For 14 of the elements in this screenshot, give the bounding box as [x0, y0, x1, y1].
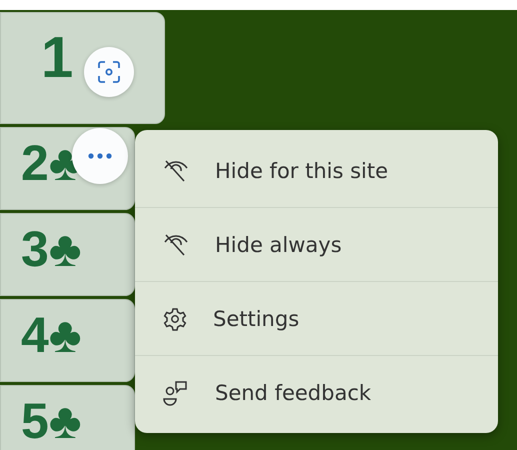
menu-item[interactable]: Hide always — [135, 207, 498, 281]
card-label: 3♣ — [21, 224, 82, 274]
eye-slash-icon — [163, 232, 189, 256]
card-label: 1 — [41, 29, 74, 87]
card-label: 4♣ — [21, 310, 82, 360]
menu-item[interactable]: Send feedback — [135, 355, 498, 429]
feedback-icon — [163, 380, 189, 406]
more-icon — [88, 153, 112, 159]
eye-slash-icon — [163, 158, 189, 182]
card-label: 5♣ — [21, 396, 82, 446]
focus-frame-icon — [98, 61, 120, 83]
settings-icon — [163, 306, 187, 330]
menu-item[interactable]: Settings — [135, 281, 498, 355]
menu-item[interactable]: Hide for this site — [135, 134, 498, 207]
